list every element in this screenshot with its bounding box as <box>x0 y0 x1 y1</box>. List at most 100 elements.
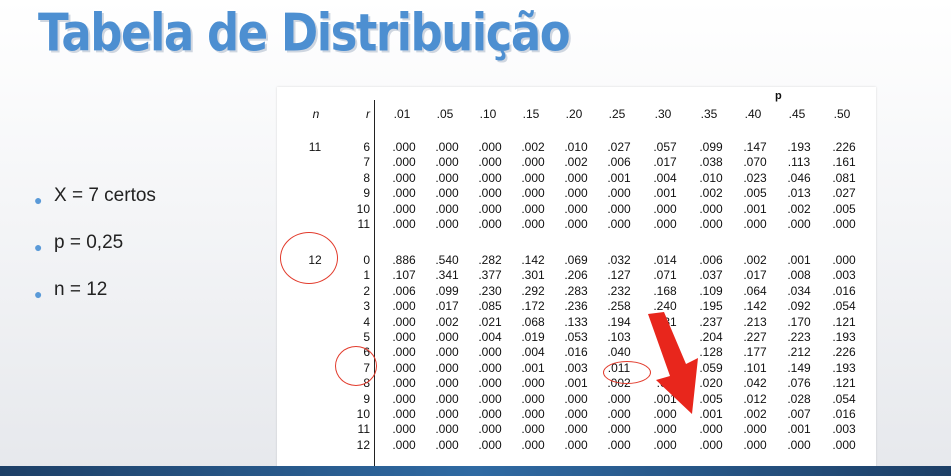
r-value: 1 <box>363 268 370 283</box>
probability-cell: .000 <box>653 201 677 216</box>
probability-cell: .000 <box>478 422 502 437</box>
probability-cell: .109 <box>699 283 723 298</box>
probability-cell: .540 <box>435 253 459 267</box>
probability-cell: .000 <box>564 407 588 421</box>
probability-cell: .013 <box>787 186 811 201</box>
probability-cell: .000 <box>435 140 459 154</box>
bullet-list: ● X = 7 certos ● p = 0,25 ● n = 12 <box>32 178 156 319</box>
probability-cell: .223 <box>787 330 811 344</box>
probability-cell: .177 <box>743 345 767 360</box>
r-column-header: r <box>366 107 370 121</box>
probability-cell: .000 <box>653 422 677 437</box>
probability-cell: .092 <box>787 299 811 314</box>
r-value: 2 <box>363 283 370 298</box>
probability-cell: .000 <box>564 391 588 406</box>
probability-cell: .004 <box>653 170 677 185</box>
bullet-dot-icon: ● <box>34 286 43 302</box>
probability-cell: .000 <box>435 407 459 421</box>
p-column-header: .05 <box>436 107 454 121</box>
probability-cell: .226 <box>832 140 856 154</box>
probability-cell: .142 <box>521 253 545 267</box>
probability-cell: .133 <box>564 314 588 329</box>
probability-cell: .003 <box>832 268 856 283</box>
probability-cell: .000 <box>435 391 459 406</box>
probability-cell: .008 <box>787 268 811 283</box>
probability-cell: .000 <box>699 422 723 437</box>
probability-cell: .076 <box>787 376 811 391</box>
probability-cell: .000 <box>521 422 545 437</box>
probability-cell: .000 <box>521 391 545 406</box>
probability-cell: .000 <box>743 437 767 452</box>
bullet-item-n: ● n = 12 <box>32 272 156 319</box>
probability-cell: .000 <box>392 345 416 360</box>
probability-cell: .000 <box>478 140 502 154</box>
probability-cell: .000 <box>392 422 416 437</box>
probability-cell: .000 <box>787 437 811 452</box>
probability-cell: .007 <box>787 407 811 421</box>
r-value: 9 <box>363 391 370 406</box>
probability-cell: .000 <box>478 155 502 170</box>
probability-cell: .037 <box>699 268 723 283</box>
probability-cell: .000 <box>392 360 416 375</box>
probability-cell: .000 <box>607 437 631 452</box>
r-value: 0 <box>363 253 370 267</box>
probability-cell: .000 <box>564 170 588 185</box>
probability-cell: .010 <box>699 170 723 185</box>
probability-cell: .054 <box>832 391 856 406</box>
probability-cell: .054 <box>832 299 856 314</box>
probability-cell: .000 <box>478 201 502 216</box>
r-value: 11 <box>357 217 370 231</box>
probability-cell: .000 <box>521 170 545 185</box>
probability-cell: .193 <box>832 360 856 375</box>
probability-cell: .301 <box>521 268 545 283</box>
probability-cell: .000 <box>392 376 416 391</box>
probability-cell: .021 <box>478 314 502 329</box>
probability-cell: .000 <box>564 217 588 231</box>
bullet-text: p = 0,25 <box>54 232 124 253</box>
table-divider <box>374 100 375 468</box>
probability-cell: .034 <box>787 283 811 298</box>
r-value: 7 <box>363 155 370 170</box>
probability-cell: .000 <box>478 376 502 391</box>
probability-cell: .000 <box>478 437 502 452</box>
probability-cell: .000 <box>392 155 416 170</box>
probability-cell: .000 <box>435 422 459 437</box>
r-value: 8 <box>363 170 370 185</box>
probability-cell: .000 <box>392 140 416 154</box>
probability-cell: .001 <box>607 170 631 185</box>
probability-cell: .000 <box>478 170 502 185</box>
red-arrow-icon <box>648 312 698 414</box>
probability-cell: .000 <box>392 330 416 344</box>
probability-cell: .002 <box>743 407 767 421</box>
probability-cell: .000 <box>832 437 856 452</box>
bullet-dot-icon: ● <box>34 192 43 208</box>
p-axis-label: p <box>775 90 782 102</box>
probability-cell: .070 <box>743 155 767 170</box>
probability-cell: .101 <box>743 360 767 375</box>
probability-cell: .258 <box>607 299 631 314</box>
probability-cell: .103 <box>607 330 631 344</box>
n-column-header: n <box>312 107 320 121</box>
probability-cell: .000 <box>435 217 459 231</box>
probability-cell: .000 <box>607 407 631 421</box>
probability-cell: .000 <box>607 201 631 216</box>
probability-cell: .000 <box>564 201 588 216</box>
probability-cell: .168 <box>653 283 677 298</box>
probability-cell: .121 <box>832 376 856 391</box>
p-column-header: .50 <box>833 107 851 121</box>
probability-cell: .194 <box>607 314 631 329</box>
probability-cell: .064 <box>743 283 767 298</box>
probability-cell: .000 <box>699 217 723 231</box>
probability-cell: .000 <box>521 407 545 421</box>
r-value: 9 <box>363 186 370 201</box>
probability-cell: .000 <box>392 407 416 421</box>
probability-cell: .000 <box>435 376 459 391</box>
probability-cell: .226 <box>832 345 856 360</box>
probability-cell: .000 <box>392 391 416 406</box>
probability-cell: .002 <box>787 201 811 216</box>
probability-cell: .099 <box>699 140 723 154</box>
probability-cell: .005 <box>832 201 856 216</box>
probability-cell: .341 <box>435 268 459 283</box>
probability-cell: .000 <box>478 345 502 360</box>
p-column-header: .30 <box>654 107 672 121</box>
